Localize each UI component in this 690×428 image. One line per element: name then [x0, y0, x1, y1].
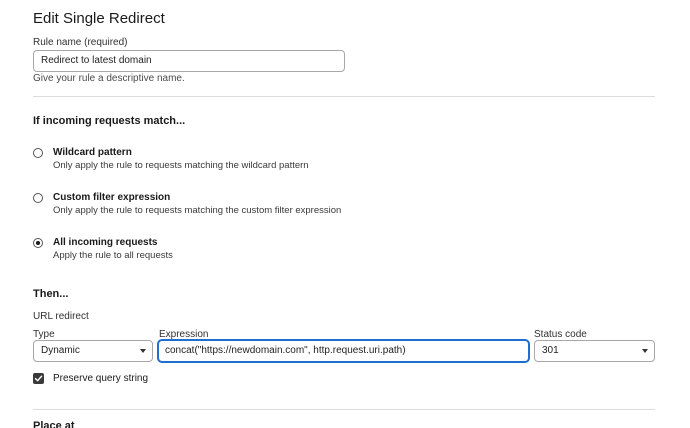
- chevron-down-icon: [140, 349, 146, 353]
- rule-name-label: Rule name (required): [33, 37, 128, 48]
- expression-label: Expression: [159, 329, 209, 340]
- radio-all-requests[interactable]: [33, 238, 43, 248]
- option-all-requests-desc: Apply the rule to all requests: [53, 250, 173, 261]
- radio-custom-filter[interactable]: [33, 193, 43, 203]
- status-code-select[interactable]: 301: [534, 340, 655, 362]
- option-wildcard-title: Wildcard pattern: [53, 147, 132, 158]
- chevron-down-icon: [642, 349, 648, 353]
- preserve-query-label: Preserve query string: [53, 373, 149, 384]
- type-label: Type: [33, 329, 55, 340]
- place-at-heading: Place at: [33, 420, 75, 428]
- option-custom-filter-title: Custom filter expression: [53, 192, 171, 203]
- check-icon: [34, 375, 43, 382]
- type-select-value: Dynamic: [41, 345, 80, 356]
- match-heading: If incoming requests match...: [33, 115, 186, 127]
- then-heading: Then...: [33, 288, 69, 300]
- rule-name-input[interactable]: Redirect to latest domain: [33, 50, 345, 72]
- status-code-value: 301: [542, 345, 559, 356]
- option-all-requests-title: All incoming requests: [53, 237, 158, 248]
- expression-input[interactable]: concat("https://newdomain.com", http.req…: [158, 340, 529, 362]
- divider: [33, 96, 655, 97]
- url-redirect-label: URL redirect: [33, 311, 89, 322]
- option-wildcard-desc: Only apply the rule to requests matching…: [53, 160, 309, 171]
- type-select[interactable]: Dynamic: [33, 340, 153, 362]
- radio-wildcard-pattern[interactable]: [33, 148, 43, 158]
- page-title: Edit Single Redirect: [33, 10, 165, 27]
- rule-name-helper: Give your rule a descriptive name.: [33, 73, 185, 84]
- status-code-label: Status code: [534, 329, 587, 340]
- option-custom-filter-desc: Only apply the rule to requests matching…: [53, 205, 342, 216]
- preserve-query-checkbox[interactable]: [33, 373, 44, 384]
- divider: [33, 409, 655, 410]
